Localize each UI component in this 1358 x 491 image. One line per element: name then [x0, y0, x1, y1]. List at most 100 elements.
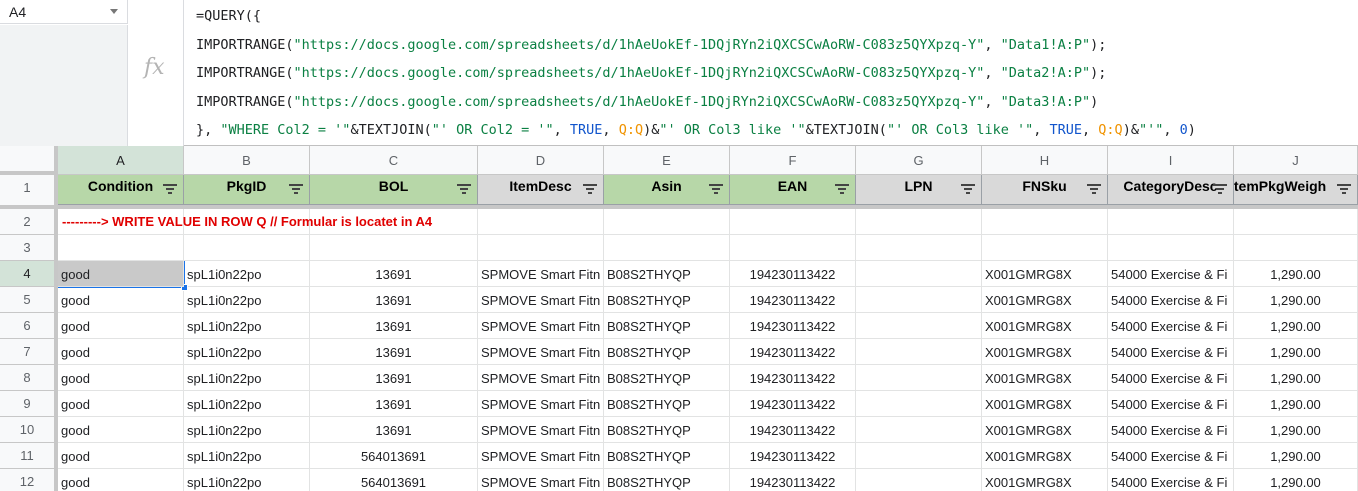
table-cell[interactable]: SPMOVE Smart Fitn: [478, 339, 604, 365]
table-cell[interactable]: [856, 287, 982, 313]
column-header-j[interactable]: J: [1234, 146, 1358, 175]
header-cell-condition[interactable]: Condition: [58, 175, 184, 205]
grid-cell[interactable]: [184, 235, 310, 261]
table-cell[interactable]: 54000 Exercise & Fi: [1108, 313, 1234, 339]
row-header-2[interactable]: 2: [0, 209, 58, 235]
table-cell[interactable]: X001GMRG8X: [982, 287, 1108, 313]
row-header-12[interactable]: 12: [0, 469, 58, 491]
table-cell[interactable]: X001GMRG8X: [982, 443, 1108, 469]
filter-icon[interactable]: [583, 184, 597, 194]
table-cell[interactable]: [856, 261, 982, 287]
header-cell-categorydesc[interactable]: CategoryDesc: [1108, 175, 1234, 205]
grid-cell[interactable]: [1234, 209, 1358, 235]
grid-cell[interactable]: [856, 209, 982, 235]
table-cell[interactable]: 13691: [310, 261, 478, 287]
table-cell[interactable]: SPMOVE Smart Fitn: [478, 287, 604, 313]
table-cell[interactable]: good: [58, 391, 184, 417]
table-cell[interactable]: B08S2THYQP: [604, 469, 730, 491]
table-cell[interactable]: [856, 365, 982, 391]
header-cell-ean[interactable]: EAN: [730, 175, 856, 205]
table-cell[interactable]: X001GMRG8X: [982, 339, 1108, 365]
column-header-f[interactable]: F: [730, 146, 856, 175]
table-cell[interactable]: 13691: [310, 417, 478, 443]
table-cell[interactable]: spL1i0n22po: [184, 391, 310, 417]
header-cell-asin[interactable]: Asin: [604, 175, 730, 205]
table-cell[interactable]: [856, 391, 982, 417]
table-cell[interactable]: X001GMRG8X: [982, 417, 1108, 443]
column-header-b[interactable]: B: [184, 146, 310, 175]
table-cell[interactable]: 194230113422: [730, 417, 856, 443]
table-cell[interactable]: 54000 Exercise & Fi: [1108, 417, 1234, 443]
table-cell[interactable]: 54000 Exercise & Fi: [1108, 261, 1234, 287]
table-cell[interactable]: B08S2THYQP: [604, 365, 730, 391]
formula-input[interactable]: =QUERY({IMPORTRANGE("https://docs.google…: [196, 2, 1356, 145]
grid-cell[interactable]: [310, 235, 478, 261]
table-cell[interactable]: [856, 417, 982, 443]
table-cell[interactable]: X001GMRG8X: [982, 313, 1108, 339]
table-cell[interactable]: 194230113422: [730, 365, 856, 391]
filter-icon[interactable]: [1213, 184, 1227, 194]
header-cell-fnsku[interactable]: FNSku: [982, 175, 1108, 205]
filter-icon[interactable]: [1087, 184, 1101, 194]
table-cell[interactable]: 564013691: [310, 469, 478, 491]
table-cell[interactable]: spL1i0n22po: [184, 417, 310, 443]
row-header-9[interactable]: 9: [0, 391, 58, 417]
column-header-i[interactable]: I: [1108, 146, 1234, 175]
table-cell[interactable]: 1,290.00: [1234, 469, 1358, 491]
table-cell[interactable]: 54000 Exercise & Fi: [1108, 365, 1234, 391]
table-cell[interactable]: X001GMRG8X: [982, 391, 1108, 417]
table-cell[interactable]: good: [58, 339, 184, 365]
header-cell-pkgid[interactable]: PkgID: [184, 175, 310, 205]
grid-cell[interactable]: [730, 209, 856, 235]
table-cell[interactable]: 54000 Exercise & Fi: [1108, 443, 1234, 469]
table-cell[interactable]: 13691: [310, 339, 478, 365]
table-cell[interactable]: spL1i0n22po: [184, 469, 310, 491]
table-cell[interactable]: 13691: [310, 313, 478, 339]
grid-cell[interactable]: [982, 209, 1108, 235]
grid-cell[interactable]: [730, 235, 856, 261]
table-cell[interactable]: B08S2THYQP: [604, 443, 730, 469]
table-cell[interactable]: SPMOVE Smart Fitn: [478, 365, 604, 391]
grid-cell[interactable]: [58, 235, 184, 261]
table-cell[interactable]: 13691: [310, 365, 478, 391]
table-cell[interactable]: B08S2THYQP: [604, 261, 730, 287]
table-cell[interactable]: 194230113422: [730, 469, 856, 491]
table-cell[interactable]: spL1i0n22po: [184, 287, 310, 313]
grid-cell[interactable]: [604, 235, 730, 261]
table-cell[interactable]: B08S2THYQP: [604, 391, 730, 417]
table-cell[interactable]: X001GMRG8X: [982, 469, 1108, 491]
column-header-h[interactable]: H: [982, 146, 1108, 175]
table-cell[interactable]: 1,290.00: [1234, 287, 1358, 313]
table-cell[interactable]: 54000 Exercise & Fi: [1108, 339, 1234, 365]
row-header-6[interactable]: 6: [0, 313, 58, 339]
table-cell[interactable]: B08S2THYQP: [604, 313, 730, 339]
table-cell[interactable]: 1,290.00: [1234, 443, 1358, 469]
table-cell[interactable]: 1,290.00: [1234, 313, 1358, 339]
grid-cell[interactable]: [982, 235, 1108, 261]
table-cell[interactable]: good: [58, 287, 184, 313]
column-header-c[interactable]: C: [310, 146, 478, 175]
column-header-d[interactable]: D: [478, 146, 604, 175]
table-cell[interactable]: good: [58, 365, 184, 391]
header-cell-lpn[interactable]: LPN: [856, 175, 982, 205]
table-cell[interactable]: SPMOVE Smart Fitn: [478, 261, 604, 287]
table-cell[interactable]: good: [58, 261, 184, 287]
table-cell[interactable]: 194230113422: [730, 339, 856, 365]
row-header-8[interactable]: 8: [0, 365, 58, 391]
filter-icon[interactable]: [457, 184, 471, 194]
row-header-7[interactable]: 7: [0, 339, 58, 365]
table-cell[interactable]: spL1i0n22po: [184, 339, 310, 365]
table-cell[interactable]: 1,290.00: [1234, 391, 1358, 417]
filter-icon[interactable]: [835, 184, 849, 194]
table-cell[interactable]: 54000 Exercise & Fi: [1108, 287, 1234, 313]
frozen-row-divider[interactable]: [0, 205, 1358, 209]
table-cell[interactable]: SPMOVE Smart Fitn: [478, 391, 604, 417]
grid-cell[interactable]: [1234, 235, 1358, 261]
filter-icon[interactable]: [1337, 184, 1351, 194]
grid-cell[interactable]: [1108, 235, 1234, 261]
header-cell-bol[interactable]: BOL: [310, 175, 478, 205]
table-cell[interactable]: 54000 Exercise & Fi: [1108, 391, 1234, 417]
table-cell[interactable]: 194230113422: [730, 443, 856, 469]
row-header-1[interactable]: 1: [0, 175, 58, 209]
table-cell[interactable]: [856, 443, 982, 469]
